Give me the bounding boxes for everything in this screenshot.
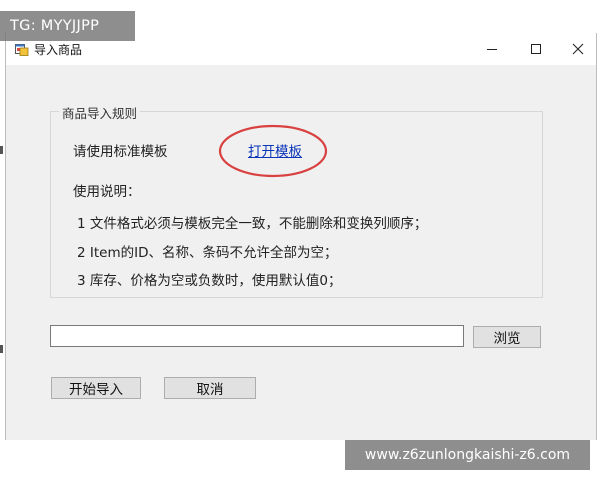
left-edge-mark [0,146,3,154]
rule-item: 3 库存、价格为空或负数时，使用默认值0； [77,273,342,289]
app-window-icon [15,44,29,56]
screenshot-page: 导入商品 商品导入规则 请使用标准模板 打开模板 使用说明： 1 文件格式必须与… [0,0,600,480]
import-products-window: 导入商品 商品导入规则 请使用标准模板 打开模板 使用说明： 1 文件格式必须与… [5,33,597,440]
watermark-bottom: www.z6zunlongkaishi-z6.com [345,440,590,470]
start-import-button[interactable]: 开始导入 [51,377,141,399]
watermark-top: TG: MYYJJPP [0,11,135,41]
template-prompt-label: 请使用标准模板 [73,144,168,160]
groupbox-legend: 商品导入规则 [59,103,141,122]
maximize-icon [531,44,541,54]
usage-title: 使用说明： [73,184,141,200]
close-button[interactable] [556,33,600,65]
open-template-link[interactable]: 打开模板 [248,140,302,160]
close-icon [572,43,584,55]
left-edge-mark [0,345,3,353]
cancel-button[interactable]: 取消 [164,377,256,399]
window-title: 导入商品 [34,43,83,57]
rule-item: 1 文件格式必须与模板完全一致，不能删除和变换列顺序； [77,216,428,232]
import-rules-groupbox: 商品导入规则 请使用标准模板 打开模板 使用说明： 1 文件格式必须与模板完全一… [50,103,543,298]
minimize-button[interactable] [470,33,514,65]
rule-item: 2 Item的ID、名称、条码不允许全部为空； [77,245,338,261]
maximize-button[interactable] [514,33,558,65]
file-path-input[interactable] [50,325,464,347]
minimize-icon [487,49,497,50]
browse-button[interactable]: 浏览 [473,326,541,348]
